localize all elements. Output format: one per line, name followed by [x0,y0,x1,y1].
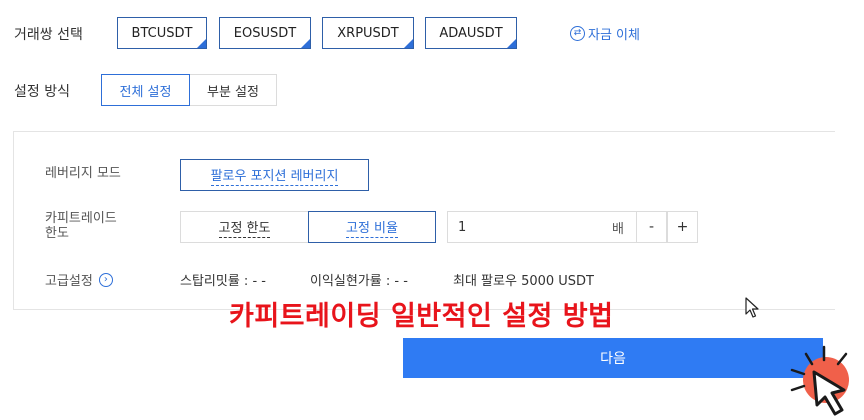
selected-corner-icon [197,39,206,48]
multiplier-value: 1 [458,219,467,235]
max-follow-amount: 최대 팔로우 5000 USDT [453,274,594,289]
click-cursor-icon [790,345,849,416]
pair-button-adausdt[interactable]: ADAUSDT [425,17,517,49]
stop-loss-rate: 스탑리밋률 : - - [180,274,266,289]
transfer-label: 자금 이체 [588,28,640,43]
pair-button-btcusdt[interactable]: BTCUSDT [117,17,207,49]
pair-label: BTCUSDT [131,25,193,41]
multiplier-unit: 배 [612,222,624,237]
pair-select-label: 거래쌍 선택 [14,27,83,43]
pair-label: EOSUSDT [233,25,297,41]
selected-corner-icon [301,39,310,48]
pair-label: XRPUSDT [337,25,399,41]
mode-option-partial[interactable]: 부분 설정 [190,74,277,106]
overlay-title: 카피트레이딩 일반적인 설정 방법 [229,301,614,332]
pair-button-xrpusdt[interactable]: XRPUSDT [322,17,414,49]
copytrade-limit-label-line2: 한도 [45,226,69,241]
copytrade-limit-label: 카피트레이드 한도 [45,211,117,241]
setting-mode-label: 설정 방식 [14,84,70,100]
chevron-right-icon: › [98,272,113,287]
transfer-link[interactable]: ⇄ 자금 이체 [570,24,640,43]
advanced-settings-toggle[interactable]: 고급설정 › [45,270,113,289]
copytrade-limit-label-line1: 카피트레이드 [45,211,117,226]
fixed-amount-option[interactable]: 고정 한도 [180,211,308,243]
fixed-amount-label: 고정 한도 [218,217,271,238]
mode-option-all[interactable]: 전체 설정 [101,74,190,106]
multiplier-input[interactable]: 1 [447,211,637,243]
leverage-mode-value: 팔로우 포지션 레버리지 [210,165,339,186]
pair-button-eosusdt[interactable]: EOSUSDT [219,17,311,49]
mouse-cursor-icon [745,297,759,318]
fixed-ratio-label: 고정 비율 [346,217,398,238]
leverage-mode-button[interactable]: 팔로우 포지션 레버리지 [180,159,369,191]
selected-corner-icon [507,39,516,48]
next-button[interactable]: 다음 [403,338,823,378]
advanced-settings-label: 고급설정 [45,274,93,289]
decrement-button[interactable]: - [636,211,667,243]
pair-label: ADAUSDT [439,25,503,41]
selected-corner-icon [404,39,413,48]
take-profit-rate: 이익실현가률 : - - [310,274,408,289]
increment-button[interactable]: + [667,211,698,243]
fixed-ratio-option[interactable]: 고정 비율 [308,211,436,243]
transfer-icon: ⇄ [570,26,585,41]
leverage-mode-label: 레버리지 모드 [45,166,121,181]
